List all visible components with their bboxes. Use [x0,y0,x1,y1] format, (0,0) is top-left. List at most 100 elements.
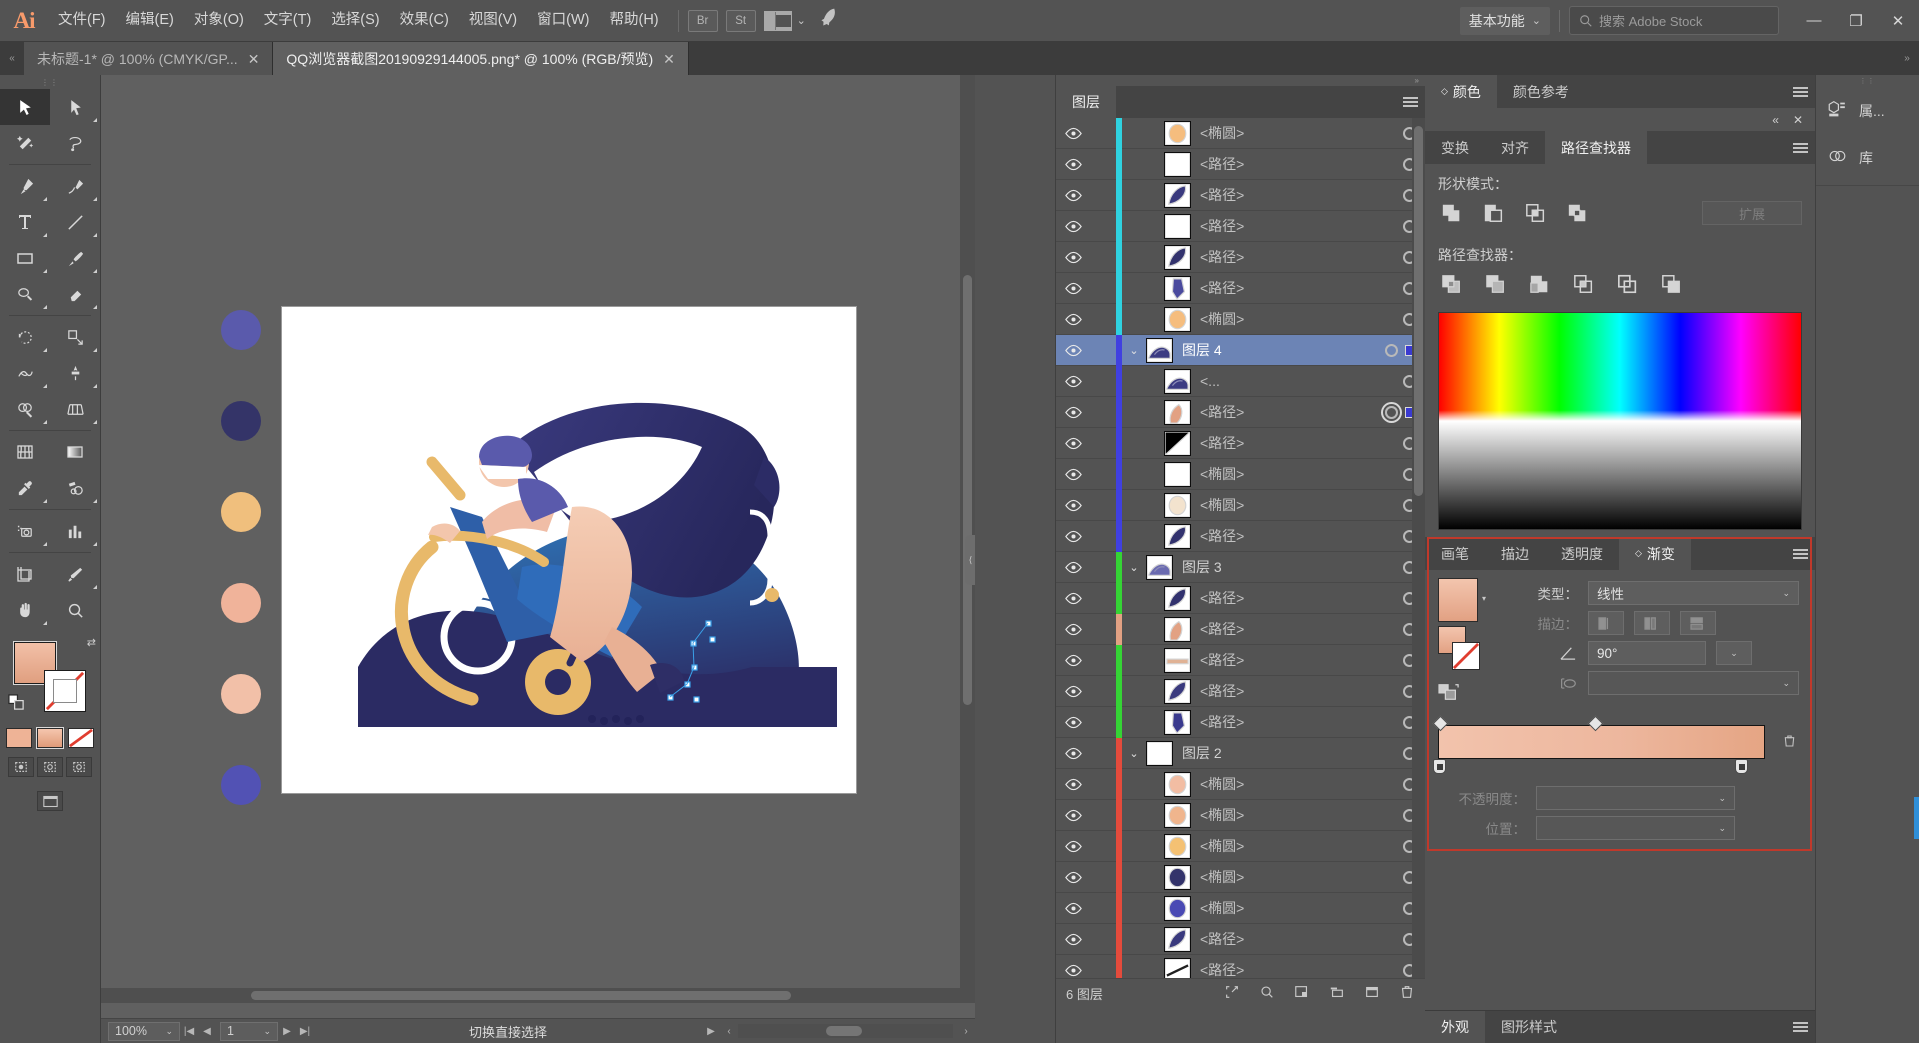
intersect-button[interactable] [1522,201,1550,225]
chevron-down-icon[interactable]: ⌄ [263,1026,271,1037]
line-segment-tool[interactable] [50,204,100,240]
chevron-down-icon[interactable]: ▾ [1482,594,1486,603]
tab-graphic-styles[interactable]: 图形样式 [1485,1011,1573,1043]
color-mode-button[interactable] [6,728,32,748]
magic-wand-tool[interactable] [0,125,50,161]
gradient-swatch-preview[interactable] [1438,578,1478,622]
column-graph-tool[interactable] [50,513,100,549]
collapse-icon[interactable]: « [1772,113,1779,127]
table-row[interactable]: <椭圆> [1056,892,1425,924]
table-row[interactable]: <路径> [1056,148,1425,180]
divide-button[interactable] [1438,272,1466,296]
visibility-toggle-icon[interactable] [1056,375,1090,388]
zoom-level-input[interactable]: 100% ⌄ [108,1021,180,1041]
layers-scrollbar[interactable] [1412,118,1425,978]
none-mode-button[interactable] [68,728,94,748]
visibility-toggle-icon[interactable] [1056,406,1090,419]
gradient-tool[interactable] [50,434,100,470]
visibility-toggle-icon[interactable] [1056,747,1090,760]
unite-button[interactable] [1438,201,1466,225]
gradient-ramp[interactable] [1438,725,1765,759]
canvas[interactable]: ⟨ [101,75,975,1018]
eyedropper-tool[interactable] [0,470,50,506]
visibility-toggle-icon[interactable] [1056,716,1090,729]
table-row[interactable]: <路径> [1056,396,1425,428]
gradient-aspect-select[interactable]: ⌄ [1588,671,1799,695]
tab-pathfinder[interactable]: 路径查找器 [1545,131,1647,164]
type-tool[interactable] [0,204,50,240]
table-row[interactable]: <椭圆> [1056,768,1425,800]
table-row[interactable]: <路径> [1056,179,1425,211]
draw-behind-button[interactable] [37,757,63,777]
visibility-toggle-icon[interactable] [1056,158,1090,171]
merge-button[interactable] [1526,272,1554,296]
direct-selection-tool[interactable] [50,89,100,125]
swatch-circle-6[interactable] [221,765,261,805]
chevron-down-icon[interactable]: ⌄ [1122,344,1146,357]
visibility-toggle-icon[interactable] [1056,437,1090,450]
table-row[interactable]: <路径> [1056,520,1425,552]
swatch-circle-1[interactable] [221,310,261,350]
stroke-swatch[interactable] [44,670,86,712]
visibility-toggle-icon[interactable] [1056,809,1090,822]
blend-tool[interactable] [50,470,100,506]
scrollbar-thumb[interactable] [963,275,972,705]
gradient-angle-input[interactable]: 90° [1588,641,1706,665]
paintbrush-tool[interactable] [50,240,100,276]
menu-type[interactable]: 文字(T) [254,0,322,41]
close-icon[interactable]: ✕ [1793,113,1803,127]
pen-tool[interactable] [0,168,50,204]
table-row[interactable]: <椭圆> [1056,458,1425,490]
scrollbar-thumb[interactable] [251,991,791,1000]
visibility-toggle-icon[interactable] [1056,902,1090,915]
table-row[interactable]: <路径> [1056,644,1425,676]
bridge-button[interactable]: Br [687,9,718,32]
menu-help[interactable]: 帮助(H) [599,0,668,41]
table-row[interactable]: <路径> [1056,675,1425,707]
stroke-across-button[interactable] [1680,611,1716,635]
menu-view[interactable]: 视图(V) [459,0,527,41]
trim-button[interactable] [1482,272,1510,296]
table-row[interactable]: <椭圆> [1056,118,1425,149]
visibility-toggle-icon[interactable] [1056,189,1090,202]
gradient-stop-end[interactable] [1735,759,1748,774]
crop-button[interactable] [1570,272,1598,296]
menu-window[interactable]: 窗口(W) [527,0,599,41]
stock-search-input[interactable]: 搜索 Adobe Stock [1569,6,1779,35]
table-row[interactable]: <椭圆> [1056,303,1425,335]
shape-builder-tool[interactable] [0,391,50,427]
layer-list[interactable]: <椭圆> <路径> <路径> <路径> <路径> <路径> <椭圆> ⌄ 图层 4 <... <路径… [1056,118,1425,978]
mesh-tool[interactable] [0,434,50,470]
panel-menu-icon[interactable] [1395,86,1425,118]
dock-item-libraries[interactable]: 库 [1816,134,1919,181]
change-screen-mode-button[interactable] [37,791,63,811]
lasso-tool[interactable] [50,125,100,161]
chevron-down-icon[interactable]: ⌄ [1122,561,1146,574]
visibility-toggle-icon[interactable] [1056,530,1090,543]
table-row[interactable]: <椭圆> [1056,830,1425,862]
visibility-toggle-icon[interactable] [1056,592,1090,605]
table-row[interactable]: <路径> [1056,923,1425,955]
status-menu-arrow[interactable]: ▶ [702,1026,720,1037]
visibility-toggle-icon[interactable] [1056,654,1090,667]
curvature-tool[interactable] [50,168,100,204]
scrollbar-thumb[interactable] [1414,126,1423,496]
table-row[interactable]: <路径> [1056,427,1425,459]
stock-button[interactable]: St [725,9,756,32]
close-icon[interactable]: ✕ [663,52,675,66]
dock-grip[interactable]: ⋮⋮ [1816,75,1919,87]
create-new-sublayer-icon[interactable] [1329,984,1345,1003]
layers-panel-collapse[interactable]: » [1056,75,1425,86]
locate-object-icon[interactable] [1224,984,1240,1003]
color-picker-spectrum[interactable] [1438,312,1802,530]
swatch-circle-4[interactable] [221,583,261,623]
canvas-horizontal-scrollbar[interactable] [101,988,960,1003]
visibility-toggle-icon[interactable] [1056,127,1090,140]
zoom-tool[interactable] [50,592,100,628]
search-layers-icon[interactable] [1259,984,1275,1003]
artboard[interactable] [282,307,856,793]
tab-gradient[interactable]: ◇ 渐变 [1619,537,1691,570]
free-transform-tool[interactable] [50,355,100,391]
last-artboard-button[interactable]: ▶| [296,1026,314,1037]
first-artboard-button[interactable]: |◀ [180,1026,198,1037]
